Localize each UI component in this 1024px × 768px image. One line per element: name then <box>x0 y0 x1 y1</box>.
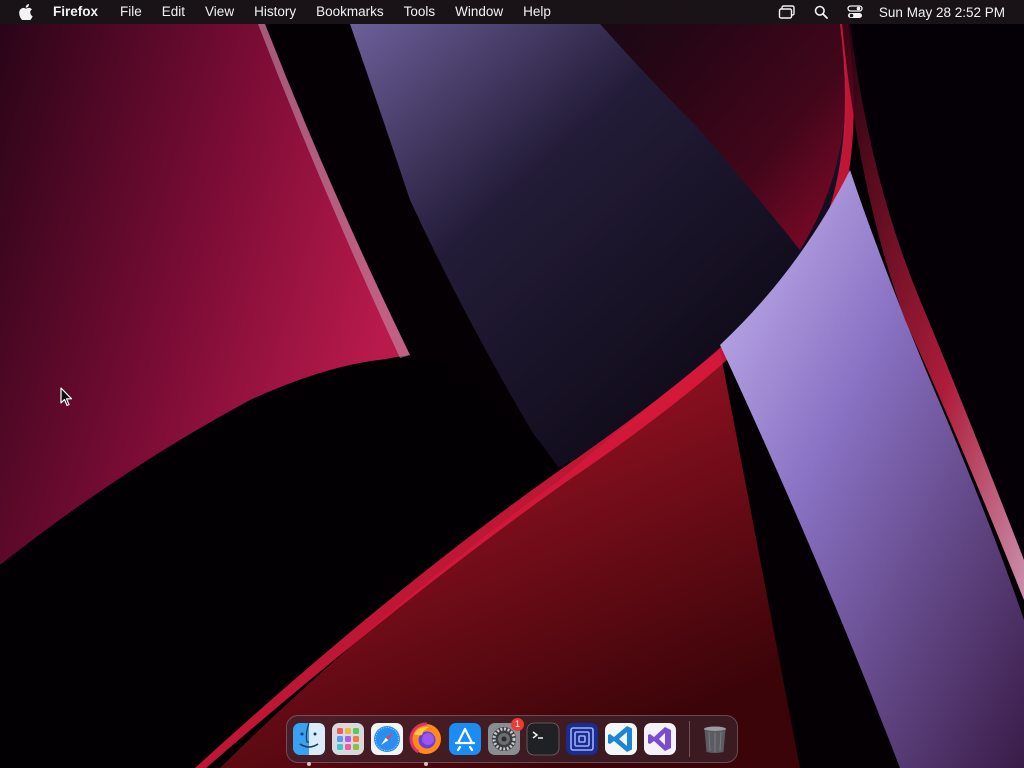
dock-item-safari[interactable] <box>370 722 404 756</box>
dock-item-vscode[interactable] <box>604 722 638 756</box>
menu-window[interactable]: Window <box>455 0 503 24</box>
spotlight-search-icon[interactable] <box>811 2 831 22</box>
dock-item-firefox[interactable] <box>409 722 443 766</box>
firefox-icon <box>409 722 443 756</box>
blue-square-app-icon <box>566 723 598 755</box>
screen-mirroring-icon[interactable] <box>777 2 797 22</box>
dock-item-system-settings[interactable]: 1 <box>487 718 524 756</box>
dock-item-terminal[interactable] <box>526 722 560 756</box>
menu-history[interactable]: History <box>254 0 296 24</box>
vscode-icon <box>605 723 637 755</box>
dock-item-blue-square-app[interactable] <box>565 722 599 756</box>
menu-bookmarks[interactable]: Bookmarks <box>316 0 384 24</box>
notification-badge: 1 <box>511 718 524 731</box>
menu-bar-clock[interactable]: Sun May 28 2:52 PM <box>879 5 1005 20</box>
dock: 1 <box>286 715 738 766</box>
safari-icon <box>371 723 403 755</box>
menu-app-name[interactable]: Firefox <box>53 0 98 24</box>
launchpad-icon <box>332 723 364 755</box>
dock-separator <box>689 721 690 757</box>
dock-item-trash[interactable] <box>698 722 732 756</box>
terminal-icon <box>526 722 560 756</box>
dock-item-finder[interactable] <box>292 722 326 766</box>
menu-help[interactable]: Help <box>523 0 551 24</box>
mouse-pointer-icon <box>60 387 73 407</box>
running-indicator <box>424 762 428 766</box>
apple-logo-icon[interactable] <box>17 3 35 21</box>
app-store-icon <box>449 723 481 755</box>
menu-bar-status-area: Sun May 28 2:52 PM <box>763 0 1005 24</box>
wallpaper <box>0 0 1024 768</box>
menu-file[interactable]: File <box>120 0 142 24</box>
desktop: Firefox File Edit View History Bookmarks… <box>0 0 1024 768</box>
menu-tools[interactable]: Tools <box>404 0 436 24</box>
running-indicator <box>307 762 311 766</box>
menu-view[interactable]: View <box>205 0 234 24</box>
menu-edit[interactable]: Edit <box>162 0 185 24</box>
dock-item-app-store[interactable] <box>448 722 482 756</box>
trash-icon <box>704 726 726 753</box>
visual-studio-icon <box>644 723 676 755</box>
menu-bar: Firefox File Edit View History Bookmarks… <box>0 0 1024 24</box>
dock-item-launchpad[interactable] <box>331 722 365 756</box>
dock-item-visual-studio[interactable] <box>643 722 677 756</box>
finder-icon <box>293 722 325 755</box>
control-center-icon[interactable] <box>845 2 865 22</box>
